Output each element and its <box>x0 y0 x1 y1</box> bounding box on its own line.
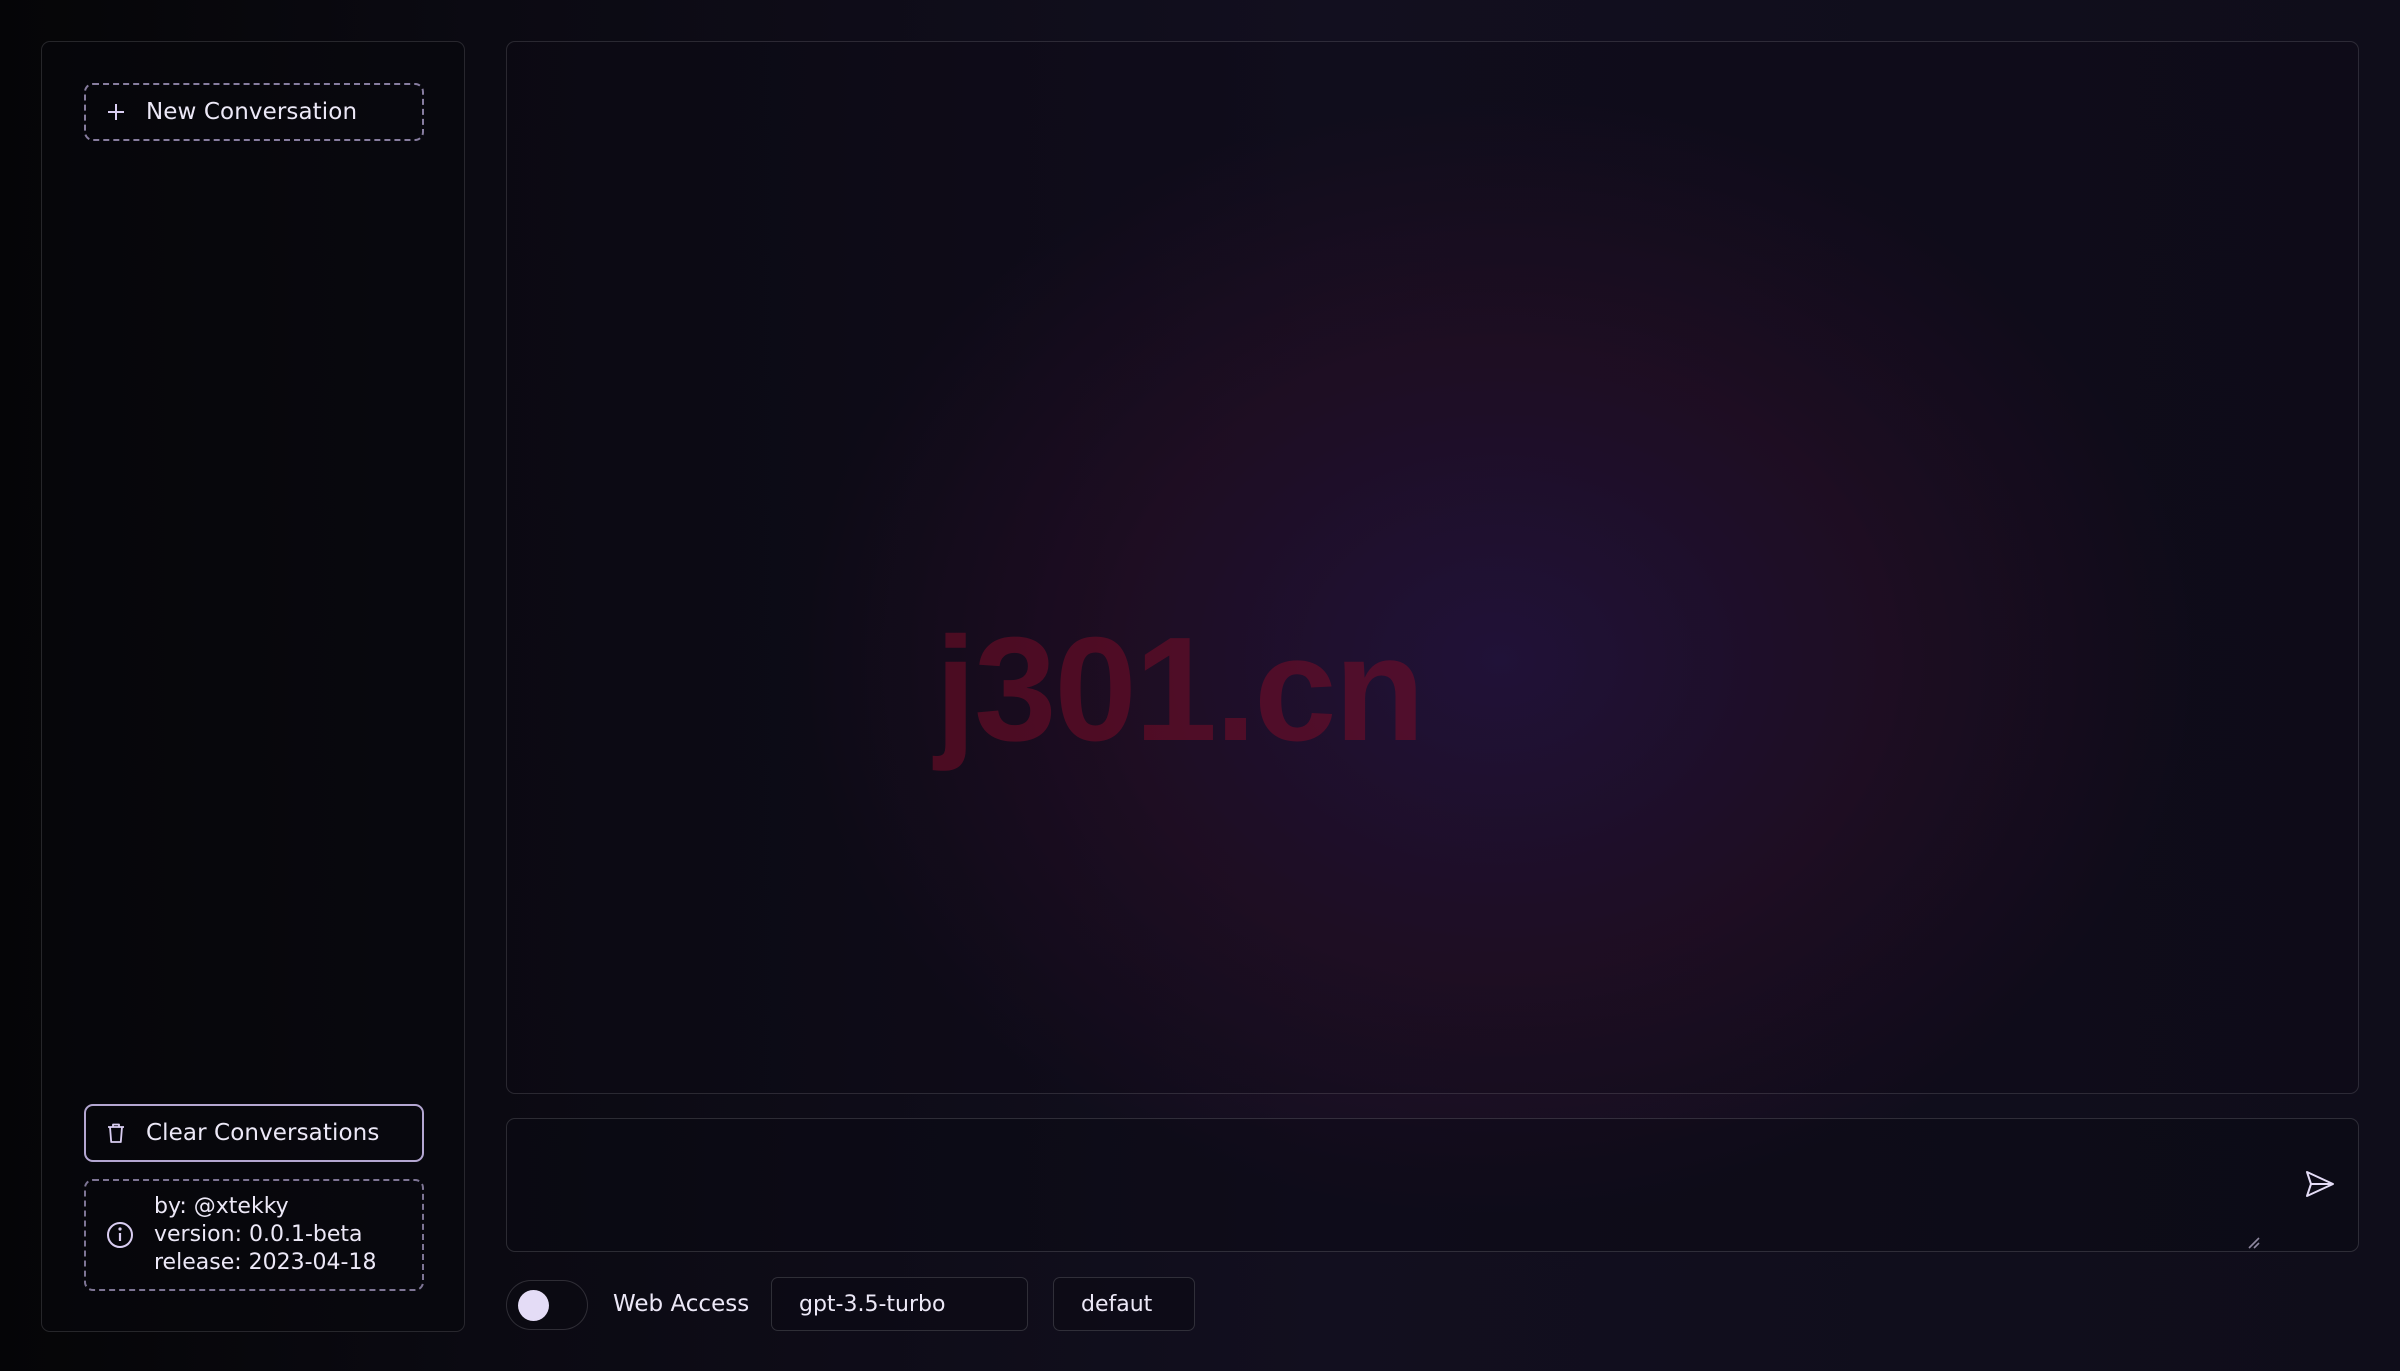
toggle-knob <box>518 1290 549 1321</box>
version-text: version: 0.0.1-beta <box>154 1222 363 1247</box>
web-access-toggle[interactable] <box>506 1280 588 1330</box>
send-icon <box>2305 1170 2335 1202</box>
send-button[interactable] <box>2297 1163 2343 1209</box>
message-input[interactable] <box>507 1119 2259 1251</box>
model-select[interactable]: gpt-3.5-turbo <box>771 1277 1028 1331</box>
persona-select[interactable]: defaut <box>1053 1277 1195 1331</box>
resize-handle-icon[interactable] <box>2247 1235 2261 1254</box>
new-conversation-button[interactable]: New Conversation <box>84 83 424 141</box>
new-conversation-label: New Conversation <box>146 99 358 125</box>
conversation-panel <box>506 41 2359 1094</box>
author-text: by: @xtekky <box>154 1194 289 1219</box>
plus-icon <box>86 102 146 122</box>
release-text: release: 2023-04-18 <box>154 1250 377 1275</box>
message-input-container <box>506 1118 2359 1252</box>
clear-conversations-button[interactable]: Clear Conversations <box>84 1104 424 1162</box>
info-icon <box>86 1221 154 1249</box>
web-access-label: Web Access <box>613 1291 750 1317</box>
persona-select-value: defaut <box>1081 1291 1153 1317</box>
watermark-logo: j301.cn <box>935 607 1425 772</box>
clear-conversations-label: Clear Conversations <box>146 1120 380 1146</box>
sidebar: New Conversation Clear Conversations by:… <box>41 41 465 1332</box>
trash-icon <box>86 1122 146 1144</box>
version-info: by: @xtekky version: 0.0.1-beta release:… <box>84 1179 424 1291</box>
model-select-value: gpt-3.5-turbo <box>799 1291 946 1317</box>
